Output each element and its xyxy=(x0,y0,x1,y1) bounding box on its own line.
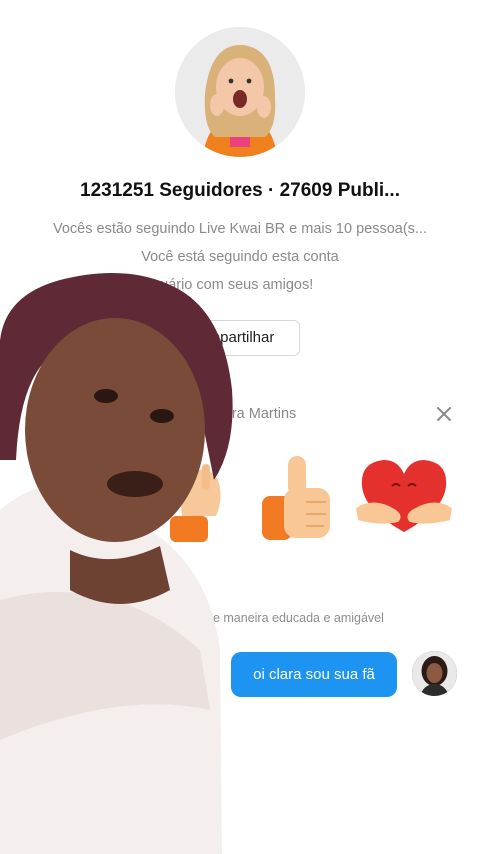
camera-overlay xyxy=(0,270,240,854)
following-status: Você está seguindo esta conta xyxy=(141,249,339,265)
hugging-heart-sticker[interactable] xyxy=(354,452,454,538)
profile-avatar[interactable] xyxy=(175,27,305,157)
sender-avatar[interactable] xyxy=(412,651,457,696)
person-camera-image xyxy=(0,272,233,854)
mutual-following-info[interactable]: Vocês estão seguindo Live Kwai BR e mais… xyxy=(0,221,480,237)
profile-stats: 1231251 Seguidores · 27609 Publi... xyxy=(80,180,400,201)
close-icon[interactable] xyxy=(430,400,458,428)
thumbs-up-sticker[interactable] xyxy=(258,452,334,544)
sender-avatar-image xyxy=(412,651,457,696)
message-bubble[interactable]: oi clara sou sua fã xyxy=(231,652,397,697)
profile-avatar-image xyxy=(175,27,305,157)
